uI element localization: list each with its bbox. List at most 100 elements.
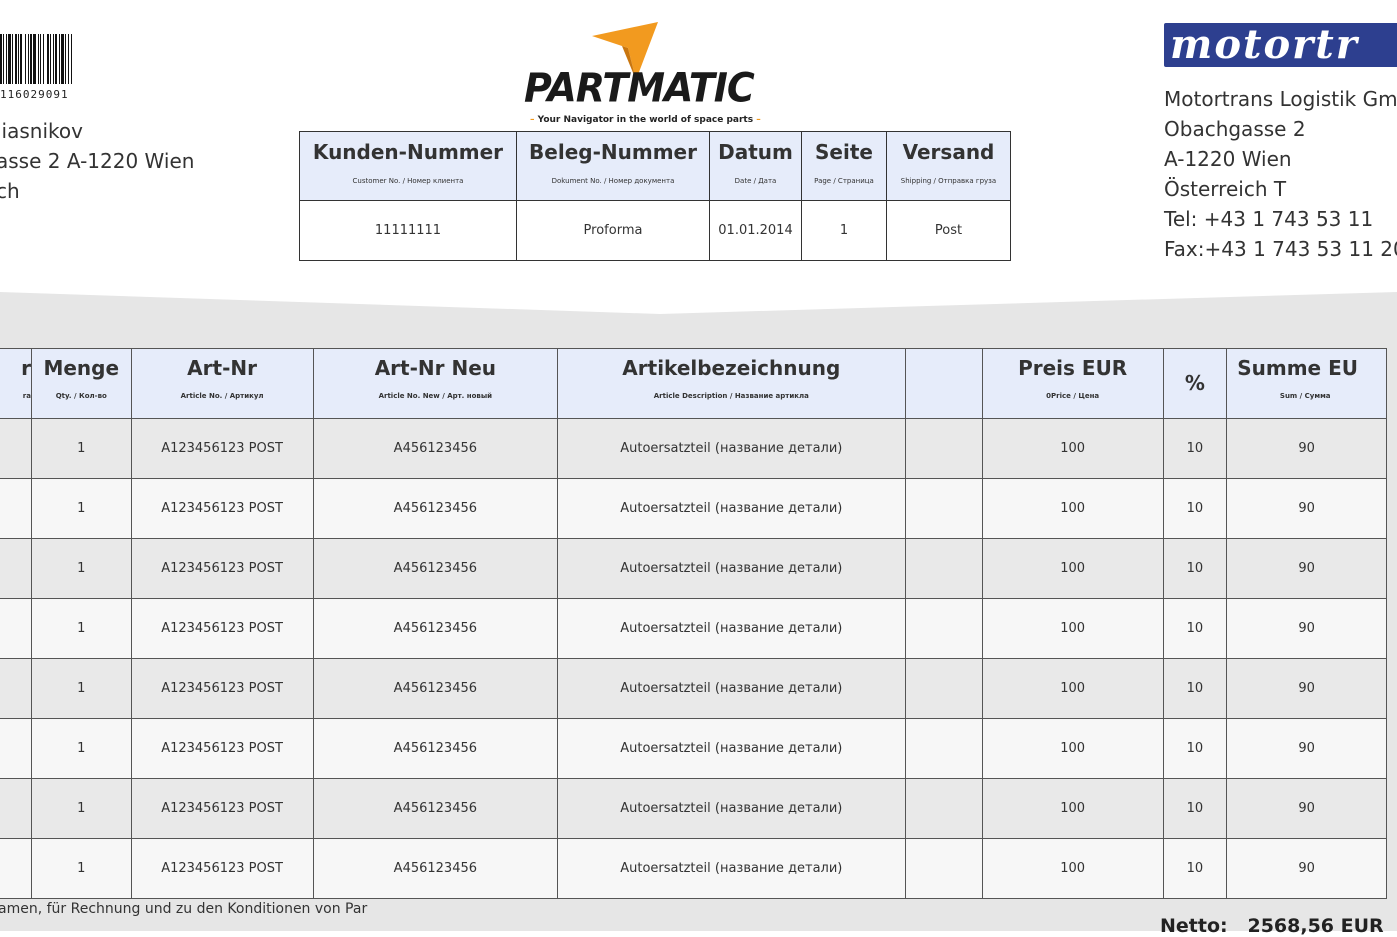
- cell-description: Autoersatzteil (название детали): [557, 658, 906, 719]
- items-header-row: r ra Menge Qty. / Кол-во Art-Nr Article No.…: [0, 348, 1387, 419]
- cell-discount: 10: [1162, 838, 1228, 899]
- partmatic-logo-text: PARTMATIC: [524, 64, 755, 112]
- info-col-page: Seite Page / Страница 1: [802, 132, 887, 260]
- cell-extra: [904, 838, 983, 899]
- cell-extra: [904, 418, 983, 479]
- cell-pos: [0, 538, 32, 599]
- cell-extra: [904, 598, 983, 659]
- header-title: Preis EUR: [1018, 356, 1128, 380]
- header-cut: r ra: [0, 348, 32, 419]
- cell-description: Autoersatzteil (название детали): [557, 778, 906, 839]
- header-title: %: [1184, 371, 1205, 395]
- cell-discount: 10: [1162, 538, 1228, 599]
- header-qty: Menge Qty. / Кол-во: [30, 348, 132, 419]
- document-date: 01.01.2014: [718, 223, 793, 238]
- cell-article-no: A123456123 POST: [130, 538, 314, 599]
- cell-description: Autoersatzteil (название детали): [557, 838, 906, 899]
- cell-extra: [904, 778, 983, 839]
- table-row: 1 A123456123 POST A456123456 Autoersatzteil…: [0, 478, 1387, 539]
- header-subtitle: Article Description / Название артикла: [653, 392, 809, 400]
- info-title: Versand: [902, 140, 995, 164]
- company-street: Obachgasse 2: [1164, 117, 1306, 141]
- cell-discount: 10: [1162, 418, 1228, 479]
- customer-number: 11111111: [374, 223, 442, 238]
- cell-article-new: A456123456: [312, 418, 559, 479]
- netto-total: Netto: 2568,56 EUR: [1160, 915, 1384, 937]
- tagline-text: Your Navigator in the world of space par…: [537, 115, 754, 125]
- cell-article-no: A123456123 POST: [130, 658, 314, 719]
- cell-qty: 1: [30, 598, 132, 659]
- cell-extra: [904, 718, 983, 779]
- cell-qty: 1: [30, 538, 132, 599]
- cell-article-new: A456123456: [312, 778, 559, 839]
- cell-extra: [904, 538, 983, 599]
- info-col-document: Beleg-Nummer Dokument No. / Номер докумен…: [517, 132, 710, 260]
- cell-qty: 1: [30, 418, 132, 479]
- cell-extra: [904, 658, 983, 719]
- netto-value: 2568,56 EUR: [1247, 915, 1384, 937]
- cell-description: Autoersatzteil (название детали): [557, 418, 906, 479]
- header-title: Art-Nr Neu: [374, 356, 496, 380]
- cell-sum: 90: [1226, 658, 1387, 719]
- cell-discount: 10: [1162, 658, 1228, 719]
- cell-description: Autoersatzteil (название детали): [557, 478, 906, 539]
- company-fax: Fax:+43 1 743 53 11 20: [1164, 237, 1397, 261]
- sender-name: liasnikov: [0, 119, 83, 143]
- header-subtitle: Article No. / Артикул: [180, 392, 264, 400]
- cell-discount: 10: [1162, 598, 1228, 659]
- header-subtitle: ra: [22, 392, 31, 400]
- sender-street: asse 2 A-1220 Wien: [0, 149, 195, 173]
- cell-pos: [0, 598, 32, 659]
- page-number: 1: [839, 223, 849, 238]
- header-subtitle: Sum / Сумма: [1279, 392, 1331, 400]
- shipping-method: Post: [934, 223, 963, 238]
- cell-price: 100: [981, 598, 1164, 659]
- cell-price: 100: [981, 478, 1164, 539]
- header-article-new: Art-Nr Neu Article No. New / Арт. новый: [312, 348, 559, 419]
- header-subtitle: 0Price / Цена: [1046, 392, 1100, 400]
- cell-discount: 10: [1162, 778, 1228, 839]
- info-col-shipping: Versand Shipping / Отправка груза Post: [887, 132, 1010, 260]
- info-subtitle: Page / Страница: [814, 177, 874, 185]
- sender-country: ch: [0, 179, 20, 203]
- cell-qty: 1: [30, 478, 132, 539]
- cell-sum: 90: [1226, 598, 1387, 659]
- cell-price: 100: [981, 658, 1164, 719]
- company-phone: Tel: +43 1 743 53 11: [1164, 207, 1374, 231]
- cell-discount: 10: [1162, 718, 1228, 779]
- table-row: 1 A123456123 POST A456123456 Autoersatzteil…: [0, 658, 1387, 719]
- table-row: 1 A123456123 POST A456123456 Autoersatzteil…: [0, 838, 1387, 899]
- cell-sum: 90: [1226, 538, 1387, 599]
- cell-description: Autoersatzteil (название детали): [557, 538, 906, 599]
- header-empty: [904, 348, 983, 419]
- cell-pos: [0, 478, 32, 539]
- header-title: Summe EU: [1237, 356, 1358, 380]
- header-title: Art-Nr: [187, 356, 257, 380]
- cell-pos: [0, 658, 32, 719]
- cell-price: 100: [981, 718, 1164, 779]
- company-country: Österreich T: [1164, 177, 1287, 201]
- header-description: Artikelbezeichnung Article Description / …: [557, 348, 906, 419]
- items-table: r ra Menge Qty. / Кол-во Art-Nr Article No.…: [0, 348, 1387, 899]
- info-title: Datum: [718, 140, 793, 164]
- table-row: 1 A123456123 POST A456123456 Autoersatzteil…: [0, 538, 1387, 599]
- cell-article-no: A123456123 POST: [130, 718, 314, 779]
- cell-extra: [904, 478, 983, 539]
- cell-article-new: A456123456: [312, 838, 559, 899]
- barcode: [0, 34, 72, 84]
- table-row: 1 A123456123 POST A456123456 Autoersatzteil…: [0, 418, 1387, 479]
- cell-description: Autoersatzteil (название детали): [557, 598, 906, 659]
- header-title: r: [21, 356, 31, 380]
- cell-price: 100: [981, 418, 1164, 479]
- cell-article-no: A123456123 POST: [130, 478, 314, 539]
- table-row: 1 A123456123 POST A456123456 Autoersatzteil…: [0, 718, 1387, 779]
- cell-description: Autoersatzteil (название детали): [557, 718, 906, 779]
- info-subtitle: Date / Дата: [734, 177, 777, 185]
- table-row: 1 A123456123 POST A456123456 Autoersatzteil…: [0, 598, 1387, 659]
- document-info-table: Kunden-Nummer Customer No. / Номер клиент…: [299, 131, 1011, 261]
- cell-article-no: A123456123 POST: [130, 778, 314, 839]
- header-percent: %: [1162, 348, 1228, 419]
- cell-article-no: A123456123 POST: [130, 838, 314, 899]
- cell-pos: [0, 778, 32, 839]
- header-title: Menge: [43, 356, 120, 380]
